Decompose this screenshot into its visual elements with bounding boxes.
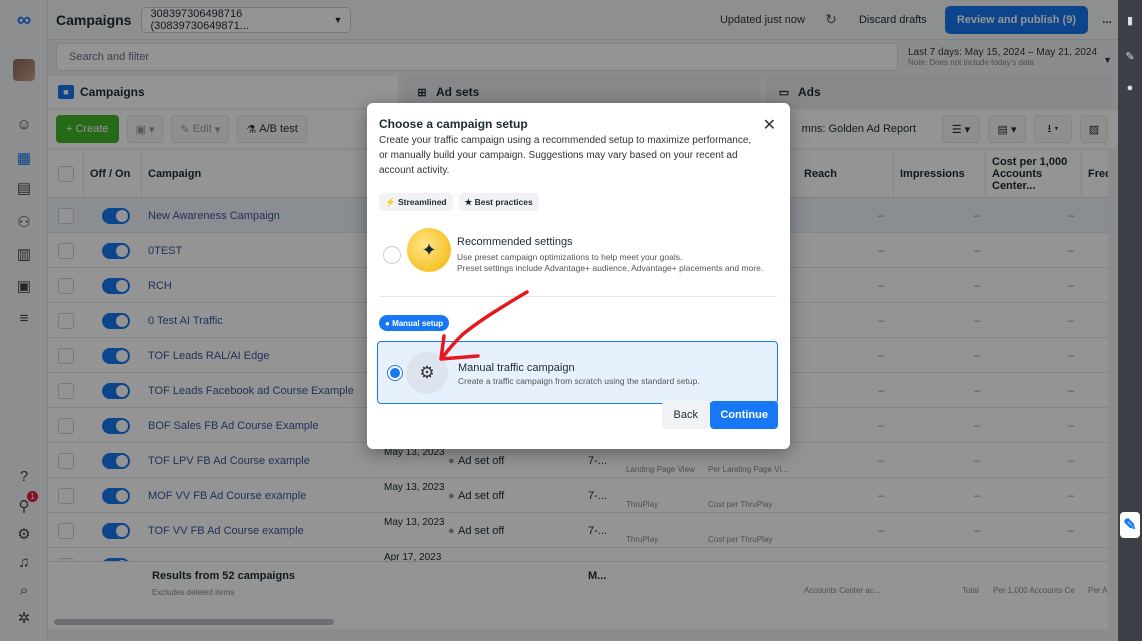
dialog-description: Create your traffic campaign using a rec… [379,135,752,176]
floating-widget-icon[interactable]: ✎ [1120,512,1140,538]
tag-label: Streamlined [397,197,447,207]
campaign-setup-dialog: Choose a campaign setup ✕ Create your tr… [367,103,790,449]
continue-button[interactable]: Continue [710,401,778,429]
best-practices-tag: ★ Best practices [458,193,539,211]
option-desc-line1: Use preset campaign optimizations to hel… [457,252,683,262]
option-desc: Create a traffic campaign from scratch u… [458,376,700,386]
gear-icon: ⚙ [406,352,448,394]
star-icon: ★ [464,196,475,207]
info-icon: ● [385,318,393,328]
lightning-icon: ⚡ [385,196,398,207]
option-title: Recommended settings [457,236,573,248]
divider [379,296,777,297]
close-icon[interactable]: ✕ [763,115,776,135]
right-sidebar: ▮ ✎ ● [1118,0,1142,641]
option-title: Manual traffic campaign [458,362,575,374]
info-icon[interactable]: ● [1123,82,1137,96]
tag-label: Manual setup [392,318,444,328]
option-tags: ⚡ Streamlined ★ Best practices [379,193,545,211]
magic-wand-icon: ✦ [407,228,451,272]
option-desc-line2: Preset settings include Advantage+ audie… [457,263,764,273]
manual-setup-tag: ● Manual setup [379,315,450,331]
manual-traffic-option[interactable]: ⚙ Manual traffic campaign Create a traff… [377,341,778,404]
manual-radio[interactable] [388,366,402,380]
back-button[interactable]: Back [661,401,710,429]
pencil-icon[interactable]: ✎ [1123,50,1137,64]
streamlined-tag: ⚡ Streamlined [379,193,453,211]
dialog-title: Choose a campaign setup [379,117,528,131]
tag-label: Best practices [474,197,533,207]
chart-icon[interactable]: ▮ [1123,14,1137,28]
recommended-radio[interactable] [383,246,401,264]
recommended-settings-option[interactable]: ✦ Recommended settings Use preset campai… [379,226,777,284]
